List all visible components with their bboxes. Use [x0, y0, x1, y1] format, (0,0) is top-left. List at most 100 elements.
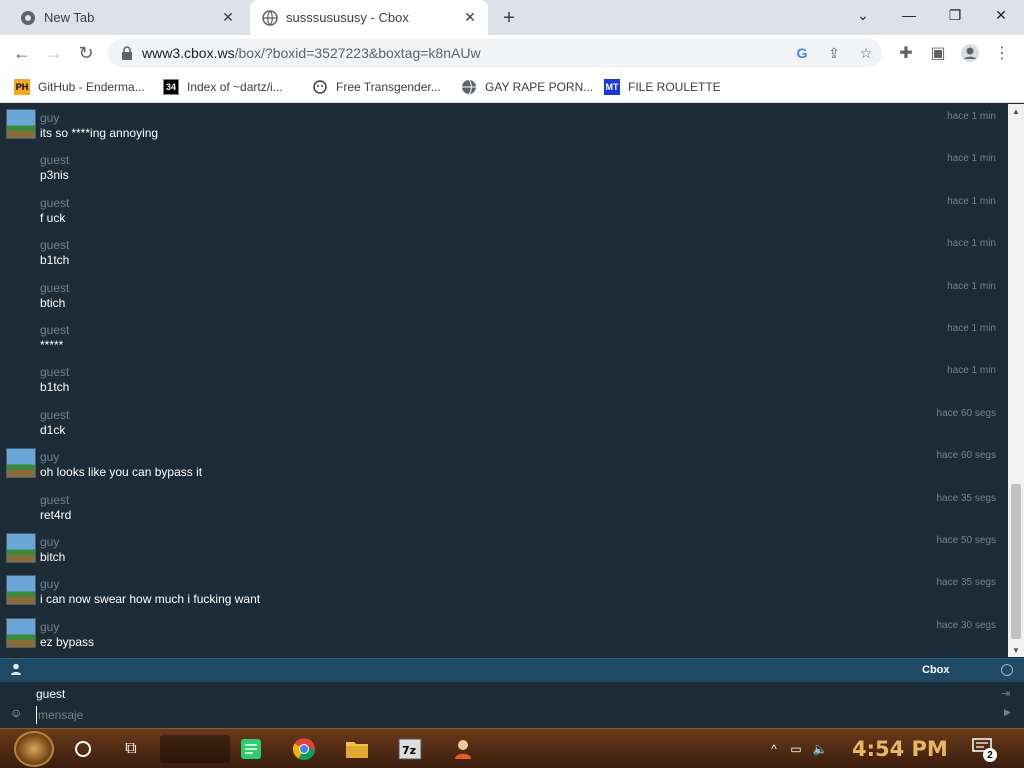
chat-message: guest d1ck hace 60 segs	[0, 404, 1008, 446]
bookmark-gay[interactable]: GAY RAPE PORN...	[461, 77, 593, 97]
bookmark-star-icon[interactable]: ☆	[856, 43, 876, 63]
message-text: p3nis	[40, 168, 69, 183]
message-text: i can now swear how much i fucking want	[40, 592, 261, 607]
emoji-icon[interactable]: ☺	[10, 706, 24, 720]
cortana-icon[interactable]	[69, 735, 97, 763]
chat-scrollbar[interactable]: ▲ ▼	[1008, 104, 1024, 657]
pornhub-icon: PH	[14, 79, 30, 95]
message-author[interactable]: guest	[40, 493, 69, 507]
close-window-icon[interactable]: ✕	[978, 0, 1024, 30]
menu-icon[interactable]: ⋮	[990, 41, 1014, 65]
chat-message: guest btich hace 1 min	[0, 277, 1008, 319]
message-text: d1ck	[40, 422, 66, 437]
scroll-up-icon[interactable]: ▲	[1008, 104, 1024, 118]
sticky-notes-icon[interactable]	[237, 735, 265, 763]
svg-text:7z: 7z	[402, 744, 416, 757]
app-avatar-icon[interactable]	[449, 735, 477, 763]
message-text: b1tch	[40, 253, 70, 268]
address-bar[interactable]: www3.cbox.ws/box/?boxid=3527223&boxtag=k…	[108, 39, 882, 67]
side-panel-icon[interactable]: ▣	[926, 41, 950, 65]
message-text: ez bypass	[40, 634, 95, 649]
message-author[interactable]: guy	[40, 535, 59, 549]
message-timestamp: hace 30 segs	[936, 619, 997, 631]
message-author[interactable]: guest	[40, 323, 69, 337]
user-icon[interactable]	[10, 663, 24, 677]
new-tab-button[interactable]: +	[496, 5, 522, 31]
message-text: f uck	[40, 210, 66, 225]
minimize-icon[interactable]: —	[886, 0, 932, 30]
message-text: oh looks like you can bypass it	[40, 465, 203, 480]
avatar[interactable]	[6, 448, 36, 479]
tray-arrow-icon[interactable]: ^	[766, 741, 782, 757]
chat-message: guy its so ****ing annoying hace 1 min	[0, 107, 1008, 149]
login-icon[interactable]: ⇥	[1001, 687, 1010, 700]
network-icon[interactable]: ▭	[788, 741, 804, 757]
chat-message: guest ret4rd hace 35 segs	[0, 489, 1008, 531]
message-author[interactable]: guest	[40, 238, 69, 252]
url-text: www3.cbox.ws/box/?boxid=3527223&boxtag=k…	[142, 45, 481, 61]
taskbar-search-box[interactable]	[160, 735, 230, 763]
avatar[interactable]	[6, 533, 36, 563]
bookmark-index[interactable]: 34 Index of ~dartz/i...	[163, 77, 283, 97]
volume-muted-icon[interactable]: 🔈	[812, 741, 828, 757]
message-timestamp: hace 50 segs	[936, 535, 997, 546]
7zip-icon[interactable]: 7z	[396, 735, 424, 763]
bookmark-github[interactable]: PH GitHub - Enderma...	[14, 77, 145, 97]
reload-icon[interactable]: ↻	[72, 39, 100, 67]
status-circle-icon[interactable]	[1001, 664, 1013, 676]
bookmark-file-roulette[interactable]: MT FILE ROULETTE	[604, 77, 721, 97]
browser-toolbar: ← → ↻ www3.cbox.ws/box/?boxid=3527223&bo…	[0, 35, 1024, 71]
tab-search-icon[interactable]: ⌄	[840, 0, 886, 30]
message-timestamp: hace 1 min	[947, 238, 996, 250]
chat-message: guest b1tch hace 1 min	[0, 234, 1008, 276]
restore-icon[interactable]: ❐	[932, 0, 978, 30]
send-icon[interactable]: ▶	[1004, 707, 1011, 718]
bookmark-transgender[interactable]: Free Transgender...	[312, 77, 441, 97]
avatar[interactable]	[6, 109, 36, 139]
file-explorer-icon[interactable]	[343, 735, 371, 763]
message-author[interactable]: guest	[40, 153, 69, 167]
message-text: ret4rd	[40, 507, 72, 522]
tab-cbox[interactable]: susssusususy - Cbox ✕	[250, 0, 488, 35]
taskbar-clock[interactable]: 4:54 PM	[852, 737, 948, 761]
file-roulette-icon: MT	[604, 79, 620, 95]
message-author[interactable]: guy	[40, 620, 59, 634]
close-tab-icon[interactable]: ✕	[458, 6, 482, 30]
message-text: *****	[40, 338, 64, 352]
message-timestamp: hace 1 min	[947, 153, 996, 165]
google-icon[interactable]: G	[792, 43, 812, 63]
chat-messages: guy its so ****ing annoying hace 1 min gues…	[0, 104, 1008, 657]
tab-new-tab[interactable]: New Tab ✕	[8, 0, 246, 35]
chat-message: guest ***** hace 1 min	[0, 319, 1008, 361]
message-text: btich	[40, 295, 66, 310]
forward-icon[interactable]: →	[40, 39, 68, 67]
mask-icon	[312, 79, 328, 95]
message-author[interactable]: guy	[40, 111, 59, 125]
profile-icon[interactable]	[958, 41, 982, 65]
extensions-icon[interactable]: ✚	[894, 41, 918, 65]
scroll-thumb[interactable]	[1011, 484, 1021, 639]
message-timestamp: hace 60 segs	[936, 407, 997, 419]
scroll-down-icon[interactable]: ▼	[1008, 643, 1024, 657]
chrome-taskbar-icon[interactable]	[290, 735, 318, 763]
chat-message: guest p3nis hace 1 min	[0, 149, 1008, 191]
message-text: b1tch	[40, 380, 70, 395]
start-button[interactable]	[14, 731, 54, 767]
cbox-brand-link[interactable]: Cbox	[922, 664, 950, 676]
avatar[interactable]	[6, 575, 36, 606]
message-author[interactable]: guest	[40, 365, 69, 379]
message-author[interactable]: guest	[40, 196, 69, 210]
message-author[interactable]: guest	[40, 281, 69, 295]
back-icon[interactable]: ←	[8, 39, 36, 67]
share-icon[interactable]: ⇪	[824, 43, 844, 63]
current-username[interactable]: guest	[36, 687, 65, 701]
close-tab-icon[interactable]: ✕	[216, 6, 240, 30]
task-view-icon[interactable]: ⧉	[117, 735, 145, 763]
message-input[interactable]	[36, 706, 986, 724]
tab-title: New Tab	[44, 10, 95, 25]
avatar[interactable]	[6, 617, 36, 648]
lock-icon	[120, 45, 134, 61]
message-author[interactable]: guest	[40, 408, 69, 422]
message-author[interactable]: guy	[40, 450, 59, 464]
message-author[interactable]: guy	[40, 577, 59, 591]
